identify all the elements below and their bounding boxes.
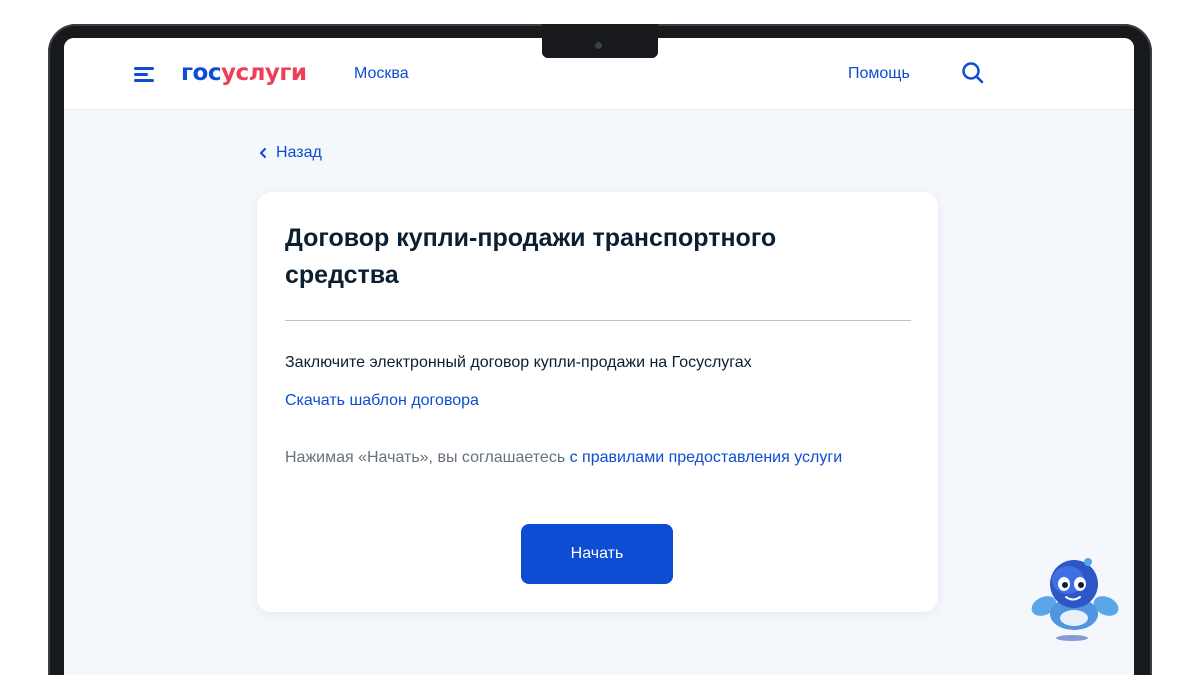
service-description: Заключите электронный договор купли-прод…	[285, 354, 752, 371]
gosuslugi-logo[interactable]: госуслуги	[181, 58, 307, 88]
help-link[interactable]: Помощь	[848, 63, 910, 85]
chevron-left-icon	[260, 148, 266, 158]
divider	[285, 320, 911, 321]
page-title: Договор купли-продажи транспортного сред…	[285, 224, 777, 289]
back-label: Назад	[276, 144, 322, 161]
agreement-prefix: Нажимая «Начать», вы соглашаетесь	[285, 449, 570, 466]
logo-text-part1: гос	[181, 60, 221, 86]
agreement-text: Нажимая «Начать», вы соглашаетесь с прав…	[285, 444, 885, 471]
start-button[interactable]: Начать	[521, 524, 673, 584]
logo-text-part2: услуги	[220, 60, 307, 86]
region-selector[interactable]: Москва	[354, 63, 409, 85]
service-card: Договор купли-продажи транспортного сред…	[257, 192, 938, 612]
webcam-icon	[595, 42, 602, 49]
search-icon[interactable]	[960, 60, 986, 86]
robot-assistant-icon[interactable]	[1026, 554, 1126, 644]
camera-notch	[542, 24, 658, 58]
download-template-link[interactable]: Скачать шаблон договора	[285, 390, 479, 412]
service-rules-link[interactable]: с правилами предоставления услуги	[570, 449, 843, 466]
stage: госуслуги Москва Помощь Назад Договор ку…	[0, 0, 1200, 675]
back-link[interactable]: Назад	[256, 142, 322, 164]
browser-screen: госуслуги Москва Помощь Назад Договор ку…	[64, 38, 1134, 675]
hamburger-menu-icon[interactable]	[134, 64, 156, 84]
